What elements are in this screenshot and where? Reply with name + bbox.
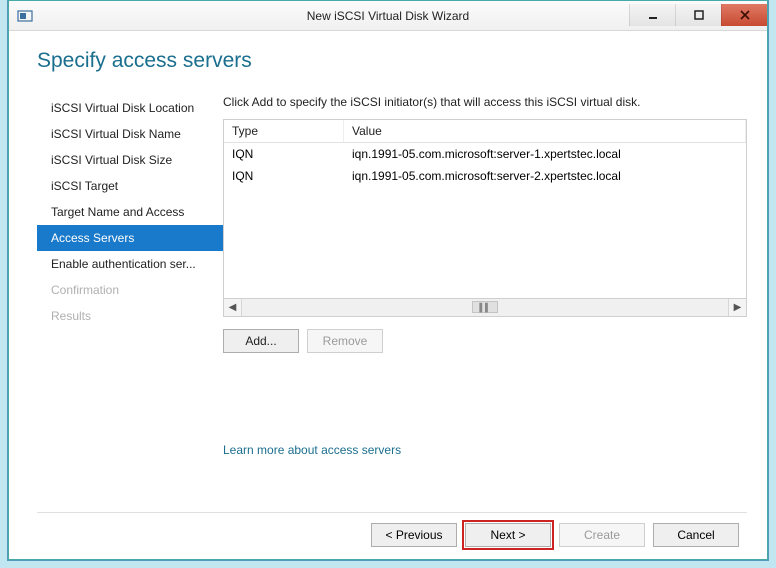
remove-button: Remove — [307, 329, 383, 353]
previous-button[interactable]: < Previous — [371, 523, 457, 547]
scroll-left-icon[interactable]: ◀ — [224, 299, 242, 316]
main-panel: Click Add to specify the iSCSI initiator… — [223, 95, 747, 498]
initiators-table: Type Value IQNiqn.1991-05.com.microsoft:… — [223, 119, 747, 299]
page-heading: Specify access servers — [37, 49, 747, 73]
add-button[interactable]: Add... — [223, 329, 299, 353]
col-type[interactable]: Type — [224, 120, 344, 142]
wizard-body: Specify access servers iSCSI Virtual Dis… — [9, 31, 767, 559]
wizard-nav: iSCSI Virtual Disk LocationiSCSI Virtual… — [37, 95, 223, 498]
horizontal-scrollbar[interactable]: ◀ ▌▌ ▶ — [223, 299, 747, 317]
learn-more-link[interactable]: Learn more about access servers — [223, 443, 747, 457]
footer-separator — [37, 512, 747, 513]
table-body: IQNiqn.1991-05.com.microsoft:server-1.xp… — [224, 143, 746, 187]
table-row[interactable]: IQNiqn.1991-05.com.microsoft:server-2.xp… — [224, 165, 746, 187]
titlebar: New iSCSI Virtual Disk Wizard — [9, 1, 767, 31]
cell-type: IQN — [224, 165, 344, 187]
wizard-footer: < Previous Next > Create Cancel — [37, 523, 747, 547]
cell-value: iqn.1991-05.com.microsoft:server-1.xpert… — [344, 143, 746, 165]
content-columns: iSCSI Virtual Disk LocationiSCSI Virtual… — [37, 95, 747, 498]
next-button[interactable]: Next > — [465, 523, 551, 547]
maximize-button[interactable] — [675, 4, 721, 26]
nav-item-5[interactable]: Access Servers — [37, 225, 223, 251]
col-value[interactable]: Value — [344, 120, 746, 142]
nav-item-6[interactable]: Enable authentication ser... — [37, 251, 223, 277]
cancel-button[interactable]: Cancel — [653, 523, 739, 547]
cell-type: IQN — [224, 143, 344, 165]
row-buttons: Add... Remove — [223, 329, 747, 353]
window-controls — [629, 5, 767, 26]
nav-item-3[interactable]: iSCSI Target — [37, 173, 223, 199]
nav-item-7: Confirmation — [37, 277, 223, 303]
create-button: Create — [559, 523, 645, 547]
table-row[interactable]: IQNiqn.1991-05.com.microsoft:server-1.xp… — [224, 143, 746, 165]
nav-item-4[interactable]: Target Name and Access — [37, 199, 223, 225]
close-button[interactable] — [721, 4, 767, 26]
scroll-right-icon[interactable]: ▶ — [728, 299, 746, 316]
nav-item-1[interactable]: iSCSI Virtual Disk Name — [37, 121, 223, 147]
app-icon — [17, 8, 33, 24]
nav-item-0[interactable]: iSCSI Virtual Disk Location — [37, 95, 223, 121]
scroll-thumb[interactable]: ▌▌ — [472, 301, 498, 313]
cell-value: iqn.1991-05.com.microsoft:server-2.xpert… — [344, 165, 746, 187]
table-header: Type Value — [224, 120, 746, 143]
instruction-text: Click Add to specify the iSCSI initiator… — [223, 95, 747, 109]
nav-item-2[interactable]: iSCSI Virtual Disk Size — [37, 147, 223, 173]
wizard-window: New iSCSI Virtual Disk Wizard Specify ac… — [8, 0, 768, 560]
minimize-button[interactable] — [629, 4, 675, 26]
nav-item-8: Results — [37, 303, 223, 329]
